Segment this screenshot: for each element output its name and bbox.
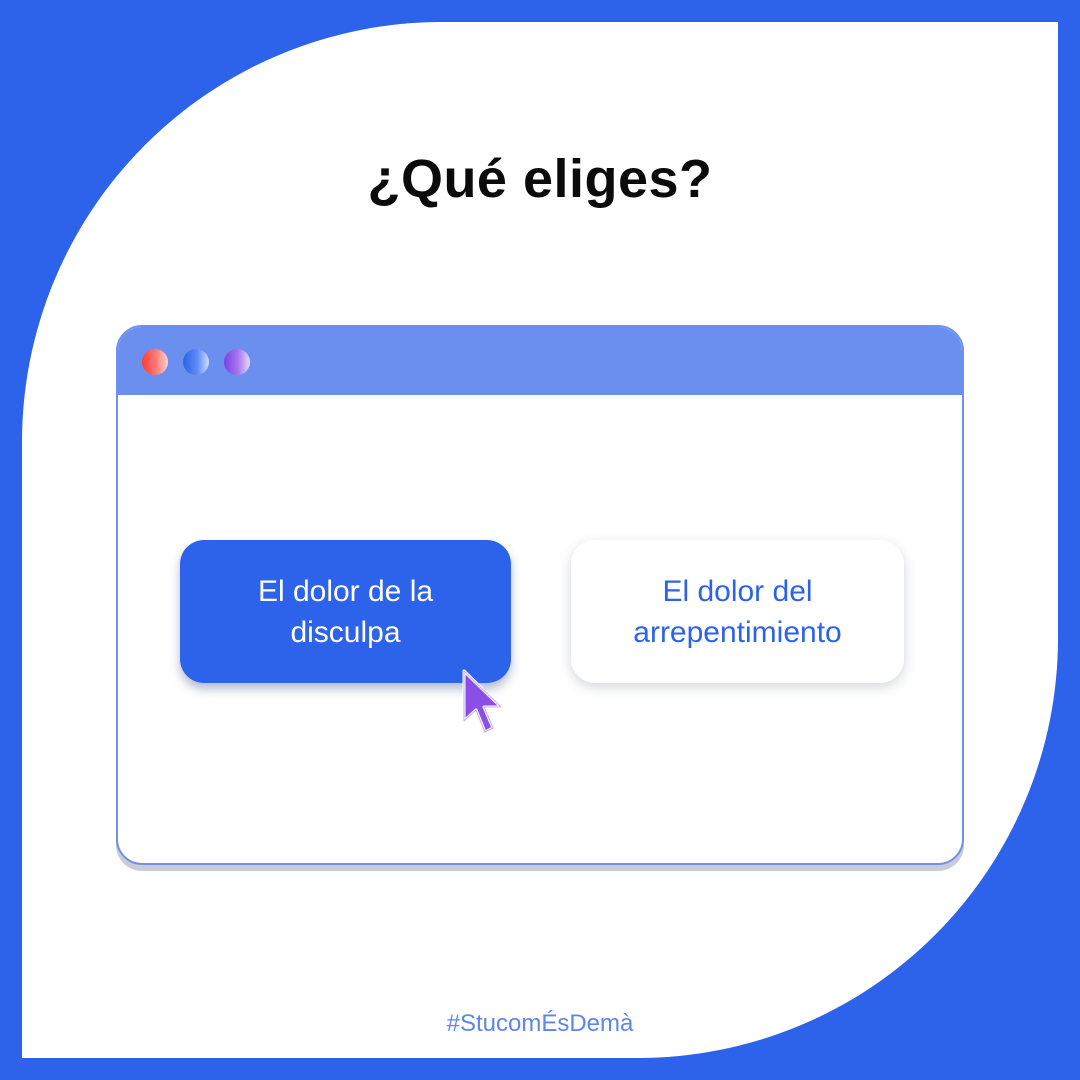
page-title: ¿Qué eliges? — [367, 149, 713, 209]
window-titlebar — [118, 327, 962, 395]
close-dot-icon[interactable] — [142, 349, 168, 375]
mouse-pointer-icon — [462, 669, 503, 734]
option-regret-label: El dolor del arrepentimiento — [633, 574, 842, 649]
option-regret-button[interactable]: El dolor del arrepentimiento — [571, 540, 904, 683]
minimize-dot-icon[interactable] — [183, 349, 209, 375]
option-apology-label: El dolor de la disculpa — [257, 574, 434, 649]
option-apology-button[interactable]: El dolor de la disculpa — [180, 540, 511, 683]
hashtag-footer: #StucomÉsDemà — [446, 1010, 634, 1037]
maximize-dot-icon[interactable] — [224, 349, 250, 375]
